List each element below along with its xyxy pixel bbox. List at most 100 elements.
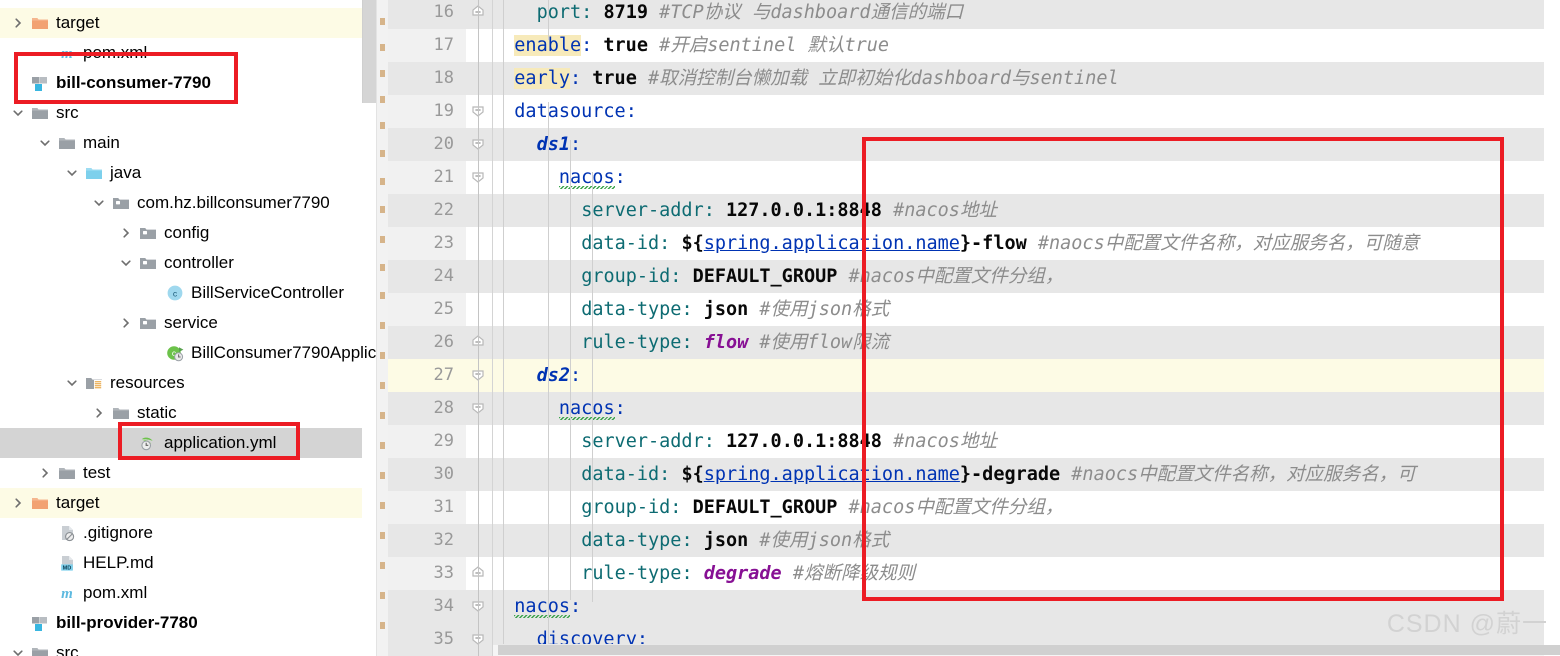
code-line[interactable]: server-addr: 127.0.0.1:8848 #nacos地址: [492, 425, 1560, 458]
tree-item-label: src: [56, 643, 79, 656]
chevron-collapsed-icon[interactable]: [116, 227, 136, 239]
fold-end-icon[interactable]: [466, 326, 492, 359]
yaml-value: true: [603, 35, 648, 56]
code-line[interactable]: ds1:: [492, 128, 1560, 161]
tree-item-src[interactable]: src: [0, 0, 362, 8]
fold-collapse-icon[interactable]: [466, 128, 492, 161]
tree-marker-dot: [380, 264, 385, 271]
yaml-separator: :: [681, 563, 704, 584]
chevron-collapsed-icon[interactable]: [35, 467, 55, 479]
code-line[interactable]: data-type: json #使用json格式: [492, 293, 1560, 326]
tree-marker-dot: [380, 562, 385, 569]
code-line[interactable]: group-id: DEFAULT_GROUP #nacos中配置文件分组，: [492, 260, 1560, 293]
editor-pane[interactable]: 16 17 18 19 20 21 22 23 24 25 26 27 28 29 30 31 32 33 34 35…: [388, 0, 1560, 656]
fold-collapse-icon[interactable]: [466, 590, 492, 623]
chevron-expanded-icon[interactable]: [35, 137, 55, 149]
yaml-key: port: [536, 2, 582, 23]
tree-item-billconsumer7790applica[interactable]: c BillConsumer7790Applica: [0, 338, 386, 368]
indent-guide: [548, 0, 549, 40]
property-reference-link[interactable]: spring.application.name: [704, 464, 960, 485]
tree-item-src[interactable]: src: [0, 98, 362, 128]
fold-end-icon[interactable]: [466, 557, 492, 590]
tree-item-config[interactable]: config: [0, 218, 362, 248]
tree-item-pom-xml[interactable]: m pom.xml: [0, 38, 362, 68]
fold-collapse-icon[interactable]: [466, 95, 492, 128]
yaml-separator: :: [614, 398, 626, 419]
chevron-collapsed-icon[interactable]: [89, 407, 109, 419]
chevron-expanded-icon[interactable]: [62, 377, 82, 389]
tree-item-src[interactable]: src: [0, 638, 362, 656]
chevron-expanded-icon[interactable]: [8, 107, 28, 119]
code-line[interactable]: port: 8719 #TCP协议 与dashboard通信的端口: [492, 0, 1560, 29]
indent-guide: [592, 172, 593, 602]
tree-item-bill-consumer-7790[interactable]: bill-consumer-7790: [0, 68, 362, 98]
code-line[interactable]: datasource:: [492, 95, 1560, 128]
line-number: 21: [433, 167, 454, 187]
tree-item-static[interactable]: static: [0, 398, 362, 428]
code-line[interactable]: server-addr: 127.0.0.1:8848 #nacos地址: [492, 194, 1560, 227]
tree-marker-dot: [380, 18, 385, 25]
project-tool-window[interactable]: srctargetmpom.xmlbill-consumer-7790srcma…: [0, 0, 388, 656]
folder-resources-icon: [82, 374, 106, 392]
code-line[interactable]: nacos:: [492, 392, 1560, 425]
chevron-expanded-icon[interactable]: [62, 167, 82, 179]
package-icon: [109, 194, 133, 212]
tree-item-service[interactable]: service: [0, 308, 362, 338]
tree-item-java[interactable]: java: [0, 158, 362, 188]
chevron-collapsed-icon[interactable]: [8, 17, 28, 29]
tree-item-pom-xml[interactable]: m pom.xml: [0, 578, 362, 608]
code-line[interactable]: data-type: json #使用json格式: [492, 524, 1560, 557]
code-line[interactable]: rule-type: flow #使用flow限流: [492, 326, 1560, 359]
code-line[interactable]: data-id: ${spring.application.name}-degr…: [492, 458, 1560, 491]
tree-item-com-hz-billconsumer7790[interactable]: com.hz.billconsumer7790: [0, 188, 362, 218]
line-number: 19: [433, 101, 454, 121]
code-line[interactable]: enable: true #开启sentinel 默认true: [492, 29, 1560, 62]
folder-gray-icon: [28, 104, 52, 122]
tree-item-label: controller: [164, 253, 234, 272]
tree-item-main[interactable]: main: [0, 128, 362, 158]
yaml-value: true: [592, 68, 637, 89]
code-line[interactable]: ds2:: [492, 359, 1560, 392]
code-line[interactable]: data-id: ${spring.application.name}-flow…: [492, 227, 1560, 260]
property-reference-link[interactable]: spring.application.name: [704, 233, 960, 254]
fold-collapse-icon[interactable]: [466, 392, 492, 425]
tree-item-billservicecontroller[interactable]: c BillServiceController: [0, 278, 362, 308]
tree-item-test[interactable]: test: [0, 458, 362, 488]
chevron-expanded-icon[interactable]: [8, 647, 28, 656]
tree-item-application-yml[interactable]: application.yml: [0, 428, 362, 458]
code-content[interactable]: port: 8719 #TCP协议 与dashboard通信的端口 enable:…: [492, 0, 1560, 656]
line-number: 30: [433, 464, 454, 484]
line-number: 28: [433, 398, 454, 418]
fold-end-icon[interactable]: [466, 0, 492, 29]
fold-collapse-icon[interactable]: [466, 161, 492, 194]
tree-item-resources[interactable]: resources: [0, 368, 362, 398]
code-line[interactable]: early: true #取消控制台懒加载 立即初始化dashboard与sen…: [492, 62, 1560, 95]
code-line[interactable]: group-id: DEFAULT_GROUP #nacos中配置文件分组，: [492, 491, 1560, 524]
chevron-collapsed-icon[interactable]: [8, 497, 28, 509]
fold-collapse-icon[interactable]: [466, 623, 492, 656]
fold-collapse-icon[interactable]: [466, 359, 492, 392]
tree-item-controller[interactable]: controller: [0, 248, 362, 278]
svg-text:MD: MD: [63, 565, 72, 571]
tree-marker-rail: [376, 0, 388, 656]
tree-item-label: HELP.md: [83, 553, 154, 572]
tree-item-help-md[interactable]: MD HELP.md: [0, 548, 362, 578]
tree-item-label: src: [79, 0, 106, 8]
chevron-collapsed-icon[interactable]: [116, 317, 136, 329]
tree-item-label: pom.xml: [83, 583, 148, 602]
code-line[interactable]: rule-type: degrade #熔断降级规则: [492, 557, 1560, 590]
tree-item--gitignore[interactable]: .gitignore: [0, 518, 362, 548]
yaml-separator: :: [670, 497, 693, 518]
tree-scrollbar-thumb[interactable]: [362, 0, 376, 103]
folder-orange-icon: [28, 494, 52, 512]
chevron-expanded-icon[interactable]: [89, 197, 109, 209]
tree-item-target[interactable]: target: [0, 488, 362, 518]
chevron-expanded-icon[interactable]: [116, 257, 136, 269]
line-number: 29: [433, 431, 454, 451]
tree-item-bill-provider-7780[interactable]: bill-provider-7780: [0, 608, 362, 638]
gitignore-icon: [55, 524, 79, 542]
line-number: 18: [433, 68, 454, 88]
code-line[interactable]: nacos:: [492, 161, 1560, 194]
tree-item-target[interactable]: target: [0, 8, 362, 38]
editor-hscrollbar-thumb[interactable]: [498, 645, 1560, 655]
